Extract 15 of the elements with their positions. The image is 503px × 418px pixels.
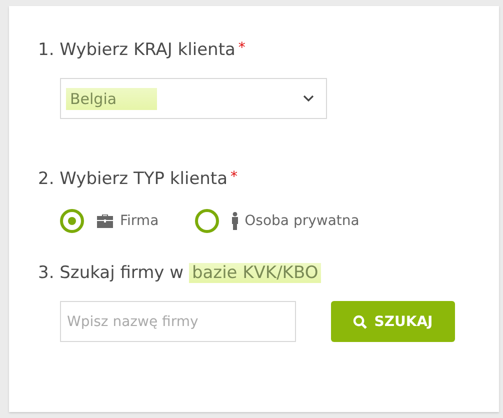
radio-button[interactable]	[60, 209, 84, 233]
person-icon	[230, 212, 239, 230]
section-title: 1. Wybierz KRAJ klienta	[38, 40, 236, 60]
radio-button[interactable]	[194, 209, 219, 233]
chevron-down-icon	[303, 95, 314, 102]
radio-label[interactable]: Osoba prywatna	[244, 213, 360, 229]
section-title: 3. Szukaj firmy w bazie KVK/KBO	[38, 263, 322, 283]
required-mark: *	[230, 169, 238, 185]
radio-label[interactable]: Firma	[120, 213, 159, 229]
briefcase-icon	[96, 214, 114, 228]
section-title: 2. Wybierz TYP klienta	[38, 169, 228, 189]
company-name-field[interactable]: Wpisz nazwę firmy	[60, 301, 296, 342]
required-mark: *	[238, 40, 246, 56]
country-select[interactable]: Belgia	[60, 78, 327, 119]
search-icon	[353, 314, 368, 328]
